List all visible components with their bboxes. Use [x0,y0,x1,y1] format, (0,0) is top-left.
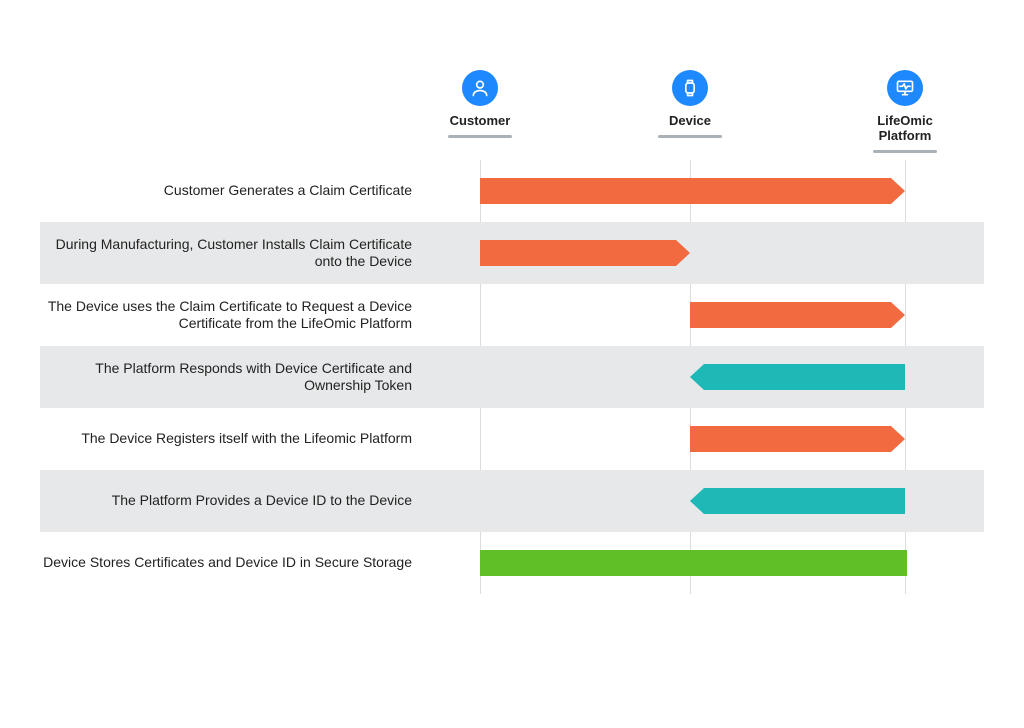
arrow-head-right-icon [891,426,905,452]
lane-label: Device [645,114,735,129]
lane-underline [873,150,937,153]
arrow-head-right-icon [676,240,690,266]
step-row: The Platform Responds with Device Certif… [40,346,984,408]
step-label: The Platform Provides a Device ID to the… [40,492,440,510]
lane-head-platform: LifeOmicPlatform [860,70,950,153]
lane-label: LifeOmicPlatform [860,114,950,144]
lane-underline [448,135,512,138]
watch-icon [672,70,708,106]
monitor-icon [887,70,923,106]
arrow-head-left-icon [690,488,704,514]
message-arrow [690,426,905,452]
lane-head-customer: Customer [435,70,525,138]
step-label: The Device uses the Claim Certificate to… [40,298,440,333]
message-arrow [690,364,905,390]
arrow-head-right-icon [891,178,905,204]
arrow-head-right-icon [891,302,905,328]
message-arrow [480,240,690,266]
arrow-bar [480,178,891,204]
step-row: The Device Registers itself with the Lif… [40,408,984,470]
step-label: The Device Registers itself with the Lif… [40,430,440,448]
person-icon [462,70,498,106]
lane-underline [658,135,722,138]
lanes-header: Customer Device LifeOmicPlatform [40,70,984,160]
message-arrow [480,178,905,204]
step-row: The Device uses the Claim Certificate to… [40,284,984,346]
arrow-bar [480,240,676,266]
note-bar [480,550,907,576]
arrow-bar [690,302,891,328]
message-arrow [690,302,905,328]
note-bar-fill [480,550,907,576]
step-label: During Manufacturing, Customer Installs … [40,236,440,271]
step-label: Device Stores Certificates and Device ID… [40,554,440,572]
lane-head-device: Device [645,70,735,138]
step-row: The Platform Provides a Device ID to the… [40,470,984,532]
arrow-head-left-icon [690,364,704,390]
message-arrow [690,488,905,514]
step-row: During Manufacturing, Customer Installs … [40,222,984,284]
step-label: Customer Generates a Claim Certificate [40,182,440,200]
lane-label: Customer [435,114,525,129]
step-row: Device Stores Certificates and Device ID… [40,532,984,594]
arrow-bar [704,364,905,390]
step-label: The Platform Responds with Device Certif… [40,360,440,395]
step-row: Customer Generates a Claim Certificate [40,160,984,222]
rows-container: Customer Generates a Claim Certificate Du… [40,160,984,594]
sequence-diagram: Customer Device LifeOmicPlatform Customer … [40,70,984,594]
arrow-bar [690,426,891,452]
arrow-bar [704,488,905,514]
